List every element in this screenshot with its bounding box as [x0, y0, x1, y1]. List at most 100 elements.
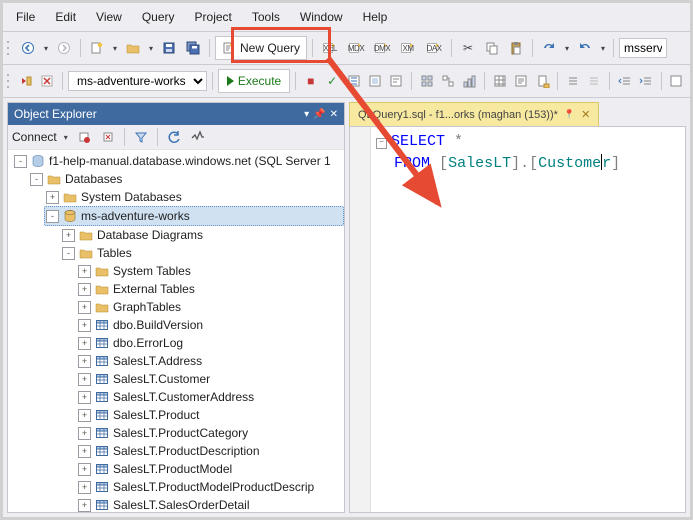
collapse-icon[interactable]: -: [30, 173, 43, 186]
change-connection-button[interactable]: [38, 70, 57, 92]
expand-icon[interactable]: +: [78, 337, 91, 350]
refresh-button[interactable]: [163, 126, 185, 148]
close-icon[interactable]: ✕: [330, 109, 338, 120]
increase-indent-button[interactable]: [636, 70, 655, 92]
tree-node[interactable]: +SalesLT.CustomerAddress: [76, 388, 344, 406]
xmla-query-button[interactable]: XM: [396, 37, 420, 59]
redo-dropdown-icon[interactable]: ▾: [598, 37, 608, 59]
open-file-dropdown-icon[interactable]: ▾: [146, 37, 156, 59]
query-options-button[interactable]: [365, 70, 384, 92]
tree-node[interactable]: +External Tables: [76, 280, 344, 298]
uncomment-button[interactable]: [585, 70, 604, 92]
tree-node[interactable]: -ms-adventure-works: [44, 206, 344, 226]
tree-node[interactable]: -Tables: [60, 244, 344, 262]
tree-node[interactable]: +SalesLT.ProductModelProductDescrip: [76, 478, 344, 496]
tree-node[interactable]: +SalesLT.Address: [76, 352, 344, 370]
menu-window[interactable]: Window: [291, 7, 352, 27]
cancel-query-button[interactable]: ■: [301, 70, 320, 92]
new-query-button[interactable]: New Query: [215, 36, 307, 60]
expand-icon[interactable]: +: [78, 319, 91, 332]
undo-dropdown-icon[interactable]: ▾: [562, 37, 572, 59]
menu-file[interactable]: File: [7, 7, 44, 27]
tree-server-node[interactable]: -f1-help-manual.database.windows.net (SQ…: [12, 152, 344, 170]
expand-icon[interactable]: +: [62, 229, 75, 242]
tree-node[interactable]: +SalesLT.Product: [76, 406, 344, 424]
stop-button[interactable]: [97, 126, 119, 148]
tree-node[interactable]: +Database Diagrams: [60, 226, 344, 244]
xel-query-button[interactable]: XEL: [318, 37, 342, 59]
close-icon[interactable]: ✕: [581, 108, 590, 121]
database-selector[interactable]: ms-adventure-works: [68, 71, 207, 91]
editor-tab-active[interactable]: QLQuery1.sql - f1...orks (maghan (153))*…: [349, 102, 599, 127]
expand-icon[interactable]: +: [78, 445, 91, 458]
menu-edit[interactable]: Edit: [46, 7, 85, 27]
actual-plan-button[interactable]: [417, 70, 436, 92]
activity-monitor-button[interactable]: [187, 126, 209, 148]
dax-query-button[interactable]: DAX: [422, 37, 446, 59]
filter-button[interactable]: [130, 126, 152, 148]
new-item-dropdown-icon[interactable]: ▾: [110, 37, 120, 59]
collapse-icon[interactable]: -: [14, 155, 27, 168]
forward-dropdown-icon[interactable]: ▾: [41, 37, 51, 59]
comment-button[interactable]: [563, 70, 582, 92]
connect-dropdown-icon[interactable]: ▾: [61, 126, 71, 148]
client-stats-button[interactable]: [460, 70, 479, 92]
tree-node[interactable]: +GraphTables: [76, 298, 344, 316]
tree-node[interactable]: +SalesLT.Customer: [76, 370, 344, 388]
live-stats-button[interactable]: [438, 70, 457, 92]
expand-icon[interactable]: +: [78, 427, 91, 440]
dmx-query-button[interactable]: DMX: [370, 37, 394, 59]
save-button[interactable]: [158, 37, 180, 59]
quick-launch-input[interactable]: [619, 38, 667, 58]
mdx-query-button[interactable]: MDX: [344, 37, 368, 59]
expand-icon[interactable]: +: [78, 355, 91, 368]
expand-icon[interactable]: +: [78, 283, 91, 296]
redo-button[interactable]: [574, 37, 596, 59]
pin-icon[interactable]: 📌: [313, 109, 325, 120]
collapse-icon[interactable]: -: [62, 247, 75, 260]
expand-icon[interactable]: +: [78, 301, 91, 314]
tree-node[interactable]: +SalesLT.SalesOrderDetail: [76, 496, 344, 512]
tree-node[interactable]: +SalesLT.ProductCategory: [76, 424, 344, 442]
expand-icon[interactable]: +: [78, 391, 91, 404]
parse-button[interactable]: ✓: [323, 70, 342, 92]
results-text-button[interactable]: [512, 70, 531, 92]
expand-icon[interactable]: +: [78, 373, 91, 386]
editor-text[interactable]: −SELECT * FROM [SalesLT].[Customer]: [376, 127, 685, 175]
expand-icon[interactable]: +: [78, 409, 91, 422]
menu-query[interactable]: Query: [133, 7, 184, 27]
open-file-button[interactable]: [122, 37, 144, 59]
tree-node[interactable]: -Databases: [28, 170, 344, 188]
cut-button[interactable]: ✂: [457, 37, 479, 59]
window-position-icon[interactable]: ▾: [304, 109, 309, 120]
disconnect-button[interactable]: [73, 126, 95, 148]
decrease-indent-button[interactable]: [615, 70, 634, 92]
object-explorer-titlebar[interactable]: Object Explorer ▾ 📌 ✕: [8, 103, 344, 125]
tree-node[interactable]: +System Databases: [44, 188, 344, 206]
save-all-button[interactable]: [182, 37, 204, 59]
menu-help[interactable]: Help: [354, 7, 397, 27]
back-button[interactable]: [17, 37, 39, 59]
undo-button[interactable]: [538, 37, 560, 59]
tree-node[interactable]: +SalesLT.ProductModel: [76, 460, 344, 478]
forward-button[interactable]: [53, 37, 75, 59]
intellisense-button[interactable]: [387, 70, 406, 92]
estimated-plan-button[interactable]: [344, 70, 363, 92]
tree-node[interactable]: +SalesLT.ProductDescription: [76, 442, 344, 460]
menu-project[interactable]: Project: [186, 7, 241, 27]
expand-icon[interactable]: +: [78, 481, 91, 494]
results-grid-button[interactable]: [490, 70, 509, 92]
tree-node[interactable]: +System Tables: [76, 262, 344, 280]
results-file-button[interactable]: [533, 70, 552, 92]
paste-button[interactable]: [505, 37, 527, 59]
sql-editor[interactable]: −SELECT * FROM [SalesLT].[Customer]: [349, 126, 686, 513]
expand-icon[interactable]: +: [78, 499, 91, 512]
menu-tools[interactable]: Tools: [243, 7, 289, 27]
expand-icon[interactable]: +: [78, 463, 91, 476]
pin-icon[interactable]: 📍: [564, 109, 575, 120]
specify-values-button[interactable]: [667, 70, 686, 92]
execute-button[interactable]: Execute: [218, 69, 290, 93]
tree-node[interactable]: +dbo.ErrorLog: [76, 334, 344, 352]
expand-icon[interactable]: +: [78, 265, 91, 278]
menu-view[interactable]: View: [87, 7, 131, 27]
